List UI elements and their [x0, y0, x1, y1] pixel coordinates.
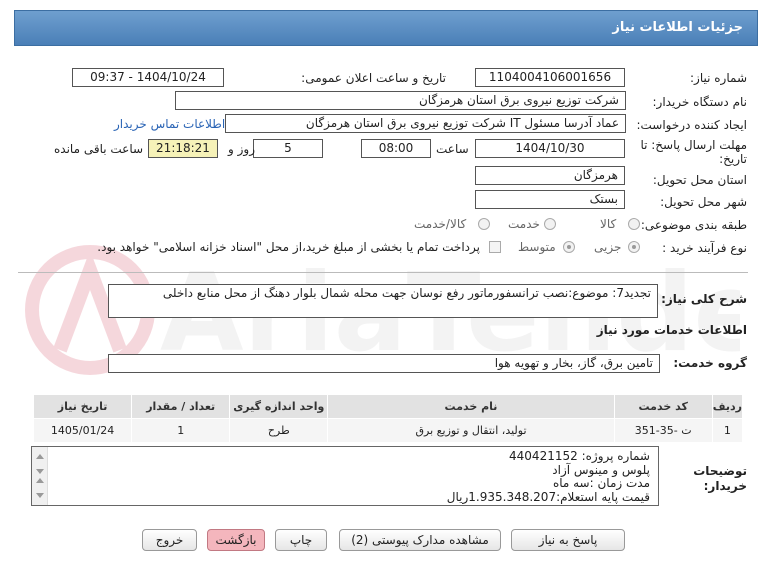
reply-button[interactable]: پاسخ به نیاز — [511, 529, 625, 551]
treasury-checkbox[interactable] — [489, 241, 501, 253]
print-button[interactable]: چاپ — [275, 529, 327, 551]
requester-field: عماد آدرسا مسئول IT شرکت توزیع نیروی برق… — [225, 114, 626, 133]
exit-button[interactable]: خروج — [142, 529, 197, 551]
service-group-field: تامین برق، گاز، بخار و تهویه هوا — [108, 354, 660, 373]
col-service-code: کد خدمت — [613, 394, 713, 419]
notes-line: قیمت پایه استعلام:1.935.348.207ریال — [446, 489, 650, 504]
summary-label: شرح کلی نیاز: — [661, 292, 747, 306]
buyer-notes-label-2: خریدار: — [703, 479, 747, 493]
deadline-label: مهلت ارسال پاسخ: تا — [640, 138, 747, 152]
cell-quantity: 1 — [131, 418, 231, 443]
buyer-contact-link[interactable]: اطلاعات تماس خریدار — [114, 117, 225, 131]
radio-goods-label: کالا — [600, 217, 617, 231]
buyer-org-label: نام دستگاه خریدار: — [652, 95, 748, 109]
province-label: استان محل تحویل: — [652, 173, 747, 187]
radio-service[interactable] — [544, 218, 556, 230]
notes-scrollbar[interactable] — [32, 447, 48, 505]
services-table: ردیف کد خدمت نام خدمت واحد اندازه گیری ت… — [32, 394, 744, 443]
radio-minor-label: جزیی — [594, 240, 622, 254]
need-number-field: 1104004106001656 — [475, 68, 625, 87]
remaining-time-field: 21:18:21 — [148, 139, 218, 158]
remaining-label: ساعت باقی مانده — [54, 142, 144, 156]
back-button[interactable]: بازگشت — [207, 529, 265, 551]
notes-line: پلوس و مینوس آزاد — [552, 462, 650, 477]
city-label: شهر محل تحویل: — [660, 195, 747, 209]
scroll-arrows-icon — [36, 454, 44, 498]
deadline-time-field: 08:00 — [361, 139, 431, 158]
notes-line: شماره پروژه: 440421152 — [509, 449, 650, 463]
radio-medium-label: متوسط — [518, 240, 556, 254]
buyer-org-field: شرکت توزیع نیروی برق استان هرمزگان — [175, 91, 626, 110]
buyer-notes-box[interactable]: شماره پروژه: 440421152 پلوس و مینوس آزاد… — [31, 446, 659, 506]
announce-field: 1404/10/24 - 09:37 — [72, 68, 224, 87]
service-group-label: گروه خدمت: — [673, 356, 747, 370]
notes-line: مدت زمان :سه ماه — [552, 476, 650, 490]
services-section-title: اطلاعات خدمات مورد نیاز — [596, 323, 747, 337]
province-field: هرمزگان — [475, 166, 625, 185]
cell-service-code: ت -35-351 — [613, 418, 713, 443]
days-field: 5 — [253, 139, 323, 158]
radio-goods-service-label: کالا/خدمت — [414, 217, 467, 231]
divider — [18, 272, 748, 273]
title-bar: جزئیات اطلاعات نیاز — [14, 10, 758, 46]
days-label: روز و — [228, 142, 255, 156]
radio-minor[interactable] — [628, 241, 640, 253]
table-header-row: ردیف کد خدمت نام خدمت واحد اندازه گیری ت… — [32, 394, 744, 419]
deadline-date-field: 1404/10/30 — [475, 139, 625, 158]
need-number-label: شماره نیاز: — [690, 71, 747, 85]
radio-goods[interactable] — [628, 218, 640, 230]
need-details-page: جزئیات اطلاعات نیاز AriaTender.net شماره… — [0, 0, 761, 566]
table-row: 1 ت -35-351 تولید، انتقال و توزیع برق طر… — [32, 418, 744, 443]
purchase-type-label: نوع فرآیند خرید : — [662, 241, 747, 255]
cell-row: 1 — [711, 418, 744, 443]
col-row: ردیف — [711, 394, 744, 419]
col-service-name: نام خدمت — [327, 394, 615, 419]
deadline-time-label: ساعت — [436, 142, 469, 156]
col-unit: واحد اندازه گیری — [229, 394, 329, 419]
col-need-date: تاریخ نیاز — [32, 394, 133, 419]
category-label: طبقه بندی موضوعی: — [640, 218, 747, 232]
treasury-note: پرداخت تمام یا بخشی از مبلغ خرید،از محل … — [97, 240, 480, 254]
buyer-notes-label: توضیحات — [693, 464, 747, 478]
page-title: جزئیات اطلاعات نیاز — [612, 20, 743, 35]
col-quantity: تعداد / مقدار — [131, 394, 231, 419]
summary-field: تجدید7: موضوع:نصب ترانسفورماتور رفع نوسا… — [108, 284, 658, 318]
cell-need-date: 1405/01/24 — [32, 418, 133, 443]
deadline-label-date: تاریخ: — [719, 152, 747, 166]
city-field: بستک — [475, 190, 625, 209]
cell-unit: طرح — [229, 418, 329, 443]
radio-goods-service[interactable] — [478, 218, 490, 230]
radio-medium[interactable] — [563, 241, 575, 253]
requester-label: ایجاد کننده درخواست: — [636, 118, 747, 132]
radio-service-label: خدمت — [508, 217, 540, 231]
view-attachments-button[interactable]: مشاهده مدارک پیوستی (2) — [339, 529, 501, 551]
cell-service-name: تولید، انتقال و توزیع برق — [327, 418, 615, 443]
announce-label: تاریخ و ساعت اعلان عمومی: — [301, 71, 446, 85]
buyer-notes-text: شماره پروژه: 440421152 پلوس و مینوس آزاد… — [446, 449, 650, 504]
